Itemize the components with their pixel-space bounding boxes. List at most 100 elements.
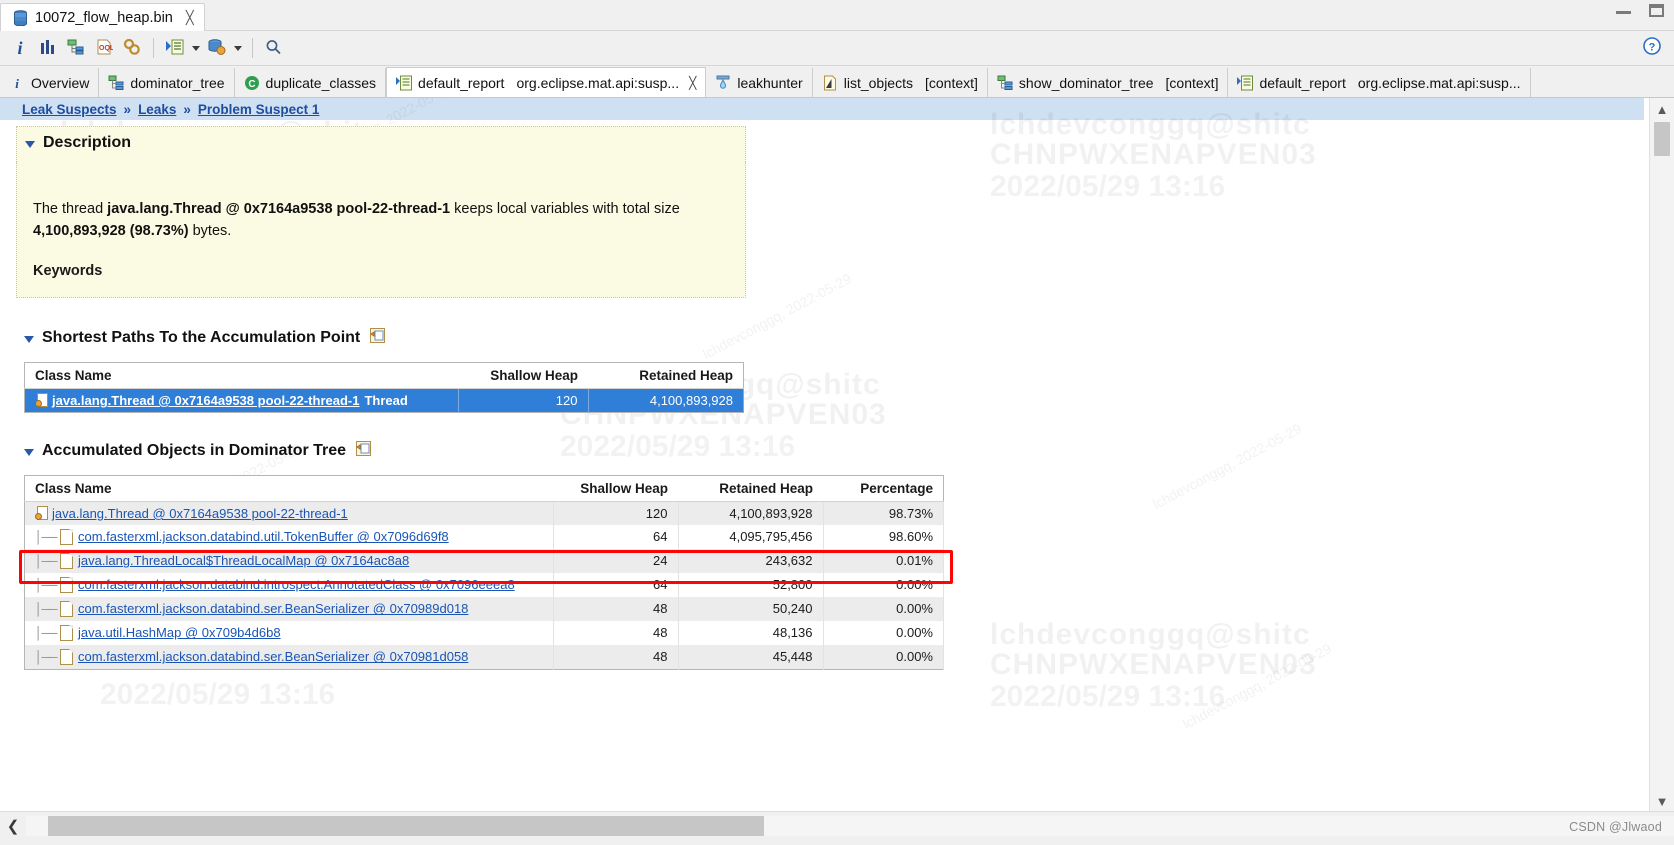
retained-heap-cell: 4,095,795,456: [678, 524, 824, 549]
class-name-cell[interactable]: java.lang.Thread @ 0x7164a9538 pool-22-t…: [24, 501, 554, 525]
oql-button[interactable]: OQL: [90, 34, 118, 62]
class-name-cell[interactable]: │── java.util.HashMap @ 0x709b4d6b8: [24, 620, 554, 645]
retained-heap-cell: 48,136: [678, 620, 824, 645]
tab-leakhunter[interactable]: leakhunter: [706, 68, 813, 97]
table-row[interactable]: │── com.fasterxml.jackson.databind.ser.Be…: [24, 644, 944, 670]
query-browser-dropdown-arrow[interactable]: [231, 34, 245, 62]
class-name-link[interactable]: java.lang.Thread @ 0x7164a9538 pool-22-t…: [52, 506, 348, 521]
accumulated-objects-section-header[interactable]: Accumulated Objects in Dominator Tree: [24, 440, 1644, 461]
close-icon[interactable]: ╳: [186, 10, 194, 26]
tab-list-objects[interactable]: list_objects [context]: [812, 68, 988, 97]
chevron-down-icon[interactable]: [24, 335, 34, 343]
tab-label: Overview: [31, 74, 90, 91]
tab-show-dominator-tree[interactable]: show_dominator_tree [context]: [987, 68, 1229, 97]
class-name-cell[interactable]: │── com.fasterxml.jackson.databind.util.T…: [24, 524, 554, 549]
tab-context-label: org.eclipse.mat.api:susp...: [1357, 74, 1521, 91]
breadcrumb-link-2[interactable]: Problem Suspect 1: [198, 102, 320, 117]
heap-dump-editor-tab[interactable]: 10072_flow_heap.bin ╳: [0, 3, 205, 31]
breadcrumb-link-0[interactable]: Leak Suspects: [22, 102, 117, 117]
class-name-link[interactable]: com.fasterxml.jackson.databind.ser.BeanS…: [78, 649, 468, 664]
tree-guide: │──: [35, 601, 58, 616]
column-header[interactable]: Class Name: [24, 475, 553, 502]
table-row[interactable]: java.lang.Thread @ 0x7164a9538 pool-22-t…: [24, 388, 744, 413]
open-query-icon[interactable]: [370, 327, 386, 348]
tab-duplicate-classes[interactable]: Cduplicate_classes: [234, 68, 387, 97]
gears-icon: [123, 38, 141, 58]
search-button[interactable]: [260, 34, 288, 62]
description-thread-name: java.lang.Thread @ 0x7164a9538 pool-22-t…: [107, 201, 451, 217]
table-row[interactable]: │── java.util.HashMap @ 0x709b4d6b8 48 48,1…: [24, 620, 944, 645]
table-row[interactable]: │── com.fasterxml.jackson.databind.util.T…: [24, 524, 944, 549]
scroll-up-icon[interactable]: ▲: [1650, 98, 1674, 120]
class-name-link[interactable]: java.lang.ThreadLocal$ThreadLocalMap @ 0…: [78, 553, 409, 568]
class-name-link[interactable]: com.fasterxml.jackson.databind.ser.BeanS…: [78, 601, 468, 616]
svg-text:?: ?: [1649, 42, 1656, 54]
breadcrumb-separator: »: [123, 101, 132, 117]
column-header[interactable]: Class Name: [24, 362, 458, 389]
tab-Overview[interactable]: i Overview: [0, 68, 100, 97]
svg-text:i: i: [15, 76, 19, 91]
breadcrumb-link-1[interactable]: Leaks: [138, 102, 176, 117]
table-row[interactable]: │── com.fasterxml.jackson.databind.intros…: [24, 572, 944, 597]
tab-default-report[interactable]: default_report org.eclipse.mat.api:susp..…: [386, 67, 707, 97]
vertical-scrollbar[interactable]: ▲ ▼: [1649, 98, 1674, 812]
horizontal-scrollbar[interactable]: ❮ CSDN @Jlwaod: [0, 811, 1674, 839]
shallow-heap-cell: 48: [553, 644, 679, 670]
horizontal-scroll-thumb[interactable]: [48, 815, 764, 836]
chevron-down-icon[interactable]: [24, 448, 34, 456]
breadcrumb: Leak Suspects » Leaks » Problem Suspect 1: [0, 98, 1644, 120]
tab-default-report[interactable]: default_report org.eclipse.mat.api:susp..…: [1228, 68, 1531, 97]
keywords-title: Keywords: [33, 262, 103, 279]
description-panel-top: Description: [16, 126, 746, 162]
window-controls: [1616, 4, 1664, 17]
description-section-header[interactable]: Description: [25, 134, 745, 152]
tree-icon: [67, 39, 85, 58]
query-browser-button[interactable]: [203, 34, 231, 62]
column-header[interactable]: Shallow Heap: [553, 475, 678, 502]
run-expert-system-test-button[interactable]: [161, 34, 189, 62]
chevron-down-icon[interactable]: [25, 141, 35, 148]
shortest-paths-section-header[interactable]: Shortest Paths To the Accumulation Point: [24, 327, 1644, 348]
tab-dominator-tree[interactable]: dominator_tree: [99, 68, 235, 97]
column-header[interactable]: Retained Heap: [588, 362, 744, 389]
table-row[interactable]: │── java.lang.ThreadLocal$ThreadLocalMap …: [24, 548, 944, 573]
scroll-left-icon[interactable]: ❮: [0, 817, 26, 835]
column-header[interactable]: Percentage: [823, 475, 944, 502]
overview-info-button[interactable]: i: [6, 34, 34, 62]
heap-dump-tab-label: 10072_flow_heap.bin: [35, 9, 173, 26]
maximize-icon[interactable]: [1649, 4, 1664, 17]
minimize-icon[interactable]: [1616, 8, 1631, 14]
histogram-button[interactable]: [34, 34, 62, 62]
description-panel: The thread java.lang.Thread @ 0x7164a953…: [16, 162, 746, 298]
class-name-link[interactable]: com.fasterxml.jackson.databind.util.Toke…: [78, 529, 449, 544]
column-header[interactable]: Shallow Heap: [458, 362, 588, 389]
close-icon[interactable]: ╳: [689, 76, 696, 90]
tree-guide: │──: [35, 553, 58, 568]
class-name-link[interactable]: com.fasterxml.jackson.databind.introspec…: [78, 577, 515, 592]
run-report-dropdown-arrow[interactable]: [189, 34, 203, 62]
dominator-tree-button[interactable]: [62, 34, 90, 62]
class-name-cell[interactable]: │── com.fasterxml.jackson.databind.ser.Be…: [24, 644, 554, 670]
column-header[interactable]: Retained Heap: [678, 475, 823, 502]
class-name-cell[interactable]: │── com.fasterxml.jackson.databind.intros…: [24, 572, 554, 597]
help-button[interactable]: ?: [1642, 36, 1662, 59]
class-name-cell[interactable]: │── com.fasterxml.jackson.databind.ser.Be…: [24, 596, 554, 621]
table-row[interactable]: │── com.fasterxml.jackson.databind.ser.Be…: [24, 596, 944, 621]
class-name-cell[interactable]: java.lang.Thread @ 0x7164a9538 pool-22-t…: [24, 388, 459, 413]
object-icon: [60, 624, 73, 641]
percentage-cell: 0.00%: [823, 596, 944, 621]
leakhunter-icon: [715, 75, 731, 91]
horizontal-scroll-track[interactable]: [26, 815, 1674, 836]
object-icon: [60, 528, 73, 545]
scroll-down-icon[interactable]: ▼: [1650, 790, 1674, 812]
view-tab-bar: i Overview dominator_tree Cduplicate_classe…: [0, 66, 1674, 98]
class-name-cell[interactable]: │── java.lang.ThreadLocal$ThreadLocalMap …: [24, 548, 554, 573]
class-name-link[interactable]: java.util.HashMap @ 0x709b4d6b8: [78, 625, 281, 640]
table-row[interactable]: java.lang.Thread @ 0x7164a9538 pool-22-t…: [24, 501, 944, 525]
open-query-icon[interactable]: [356, 440, 372, 461]
vertical-scroll-thumb[interactable]: [1654, 122, 1670, 156]
description-total-size: 4,100,893,928 (98.73%): [33, 223, 189, 240]
calculate-retained-size-button[interactable]: [118, 34, 146, 62]
class-name-link[interactable]: java.lang.Thread @ 0x7164a9538 pool-22-t…: [52, 393, 359, 408]
tree-guide: │──: [35, 529, 58, 544]
